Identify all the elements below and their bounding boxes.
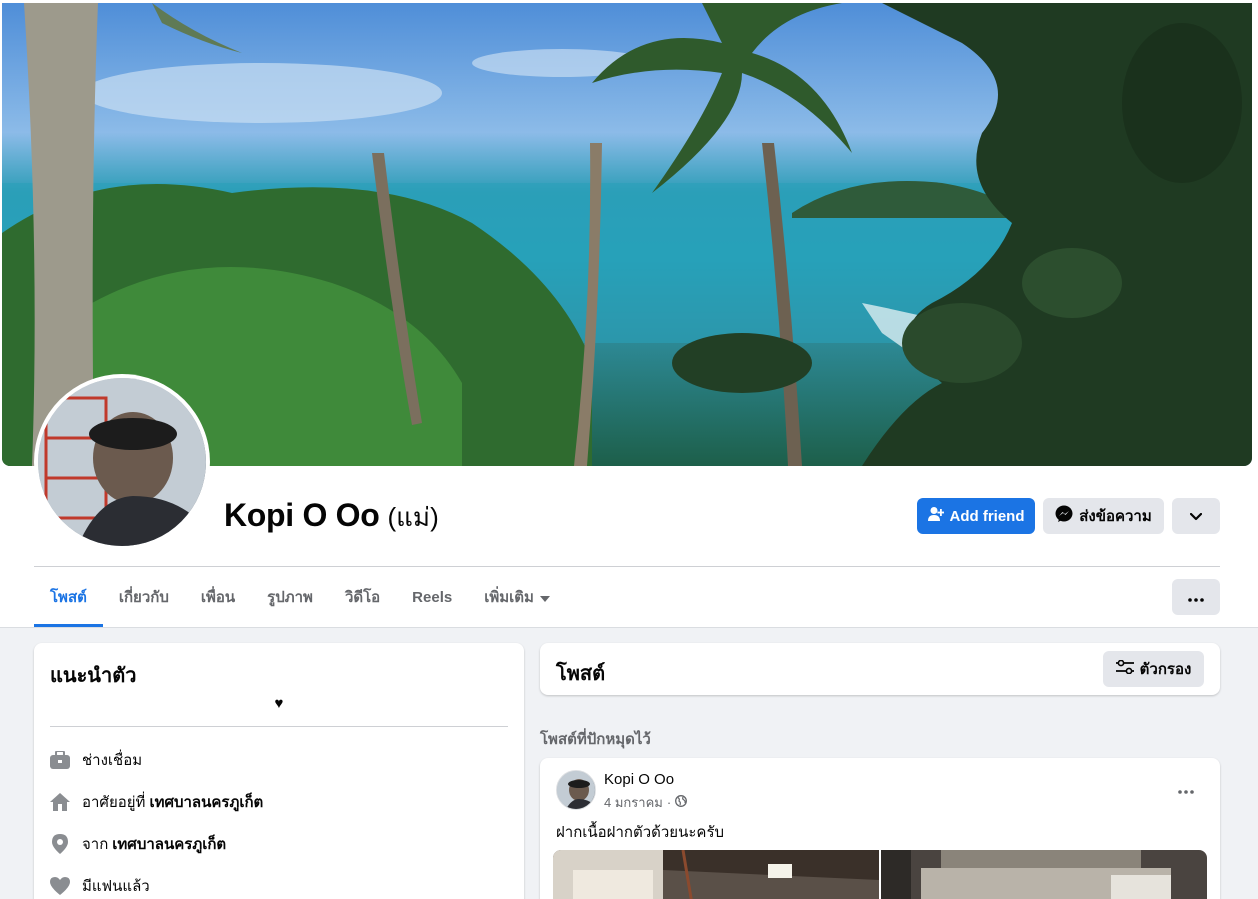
tab-friends-label: เพื่อน <box>200 589 236 606</box>
more-horizontal-icon <box>1188 589 1204 606</box>
add-friend-icon <box>927 506 944 526</box>
post-meta-separator: · <box>666 795 672 810</box>
heart-icon <box>50 876 70 896</box>
globe-icon <box>675 795 688 810</box>
post-photo-2-image <box>881 850 1207 899</box>
tab-photos-label: รูปภาพ <box>267 589 313 606</box>
briefcase-icon <box>50 750 70 770</box>
tab-friends[interactable]: เพื่อน <box>185 567 251 627</box>
pinned-posts-label: โพสต์ที่ปักหมุดไว้ <box>540 731 651 748</box>
profile-more-button[interactable] <box>1172 579 1220 615</box>
tab-videos-label: วิดีโอ <box>344 589 381 606</box>
tab-more[interactable]: เพิ่มเติม <box>468 567 566 627</box>
intro-item-lives-in: อาศัยอยู่ที่ เทศบาลนครภูเก็ต <box>50 790 263 814</box>
caret-down-icon <box>539 589 550 606</box>
profile-picture[interactable] <box>38 378 206 546</box>
tab-posts-label: โพสต์ <box>50 589 87 606</box>
profile-name-row: Kopi O Oo (แม่) <box>224 497 439 538</box>
tab-about[interactable]: เกี่ยวกับ <box>103 567 185 627</box>
profile-header: Kopi O Oo (แม่) Add friend ส่งข้อความ โพ… <box>0 0 1258 628</box>
home-icon <box>50 792 70 812</box>
post-author-avatar[interactable] <box>556 770 596 810</box>
tab-reels[interactable]: Reels <box>396 567 468 627</box>
filter-label: ตัวกรอง <box>1139 661 1192 678</box>
intro-item-text: จาก <box>82 836 109 853</box>
message-button[interactable]: ส่งข้อความ <box>1043 498 1164 534</box>
intro-item-hometown-link[interactable]: เทศบาลนครภูเก็ต <box>112 832 226 856</box>
tab-about-label: เกี่ยวกับ <box>118 589 169 606</box>
filter-button[interactable]: ตัวกรอง <box>1103 651 1204 687</box>
profile-alternate-name: (แม่) <box>387 502 439 532</box>
message-label: ส่งข้อความ <box>1079 508 1152 525</box>
chevron-down-icon <box>1189 508 1203 525</box>
post-meta: 4 มกราคม · <box>604 792 688 813</box>
post-options-button[interactable] <box>1168 772 1204 808</box>
intro-item-work: ช่างเชื่อม <box>50 748 142 772</box>
messenger-icon <box>1055 505 1073 527</box>
intro-item-text: ช่างเชื่อม <box>82 752 143 769</box>
profile-tabs: โพสต์ เกี่ยวกับ เพื่อน รูปภาพ วิดีโอ Ree… <box>34 567 566 627</box>
add-friend-label: Add friend <box>949 507 1025 525</box>
post-photo-1-image <box>553 850 879 899</box>
intro-item-text: อาศัยอยู่ที่ <box>82 794 146 811</box>
intro-card: แนะนำตัว ♥ ช่างเชื่อม อาศัยอยู่ที่ เทศบา… <box>34 643 524 899</box>
tab-videos[interactable]: วิดีโอ <box>329 567 396 627</box>
intro-bio: ♥ <box>274 695 284 712</box>
more-options-dropdown-button[interactable] <box>1172 498 1220 534</box>
profile-picture-frame[interactable] <box>34 374 210 550</box>
post-photo-2[interactable] <box>881 850 1207 899</box>
post-author-name[interactable]: Kopi O Oo <box>604 771 674 788</box>
intro-item-text: มีแฟนแล้ว <box>82 878 150 895</box>
more-horizontal-icon <box>1178 781 1194 799</box>
intro-item-place-link[interactable]: เทศบาลนครภูเก็ต <box>149 790 263 814</box>
profile-name: Kopi O Oo <box>224 497 380 533</box>
tab-photos[interactable]: รูปภาพ <box>251 567 329 627</box>
cover-photo-scene <box>2 3 1252 466</box>
post-author-avatar-image <box>557 771 595 809</box>
post-photo-1[interactable] <box>553 850 879 899</box>
intro-divider <box>50 726 508 727</box>
intro-title: แนะนำตัว <box>50 665 137 687</box>
tab-reels-label: Reels <box>412 588 453 606</box>
location-pin-icon <box>50 834 70 854</box>
tab-posts[interactable]: โพสต์ <box>34 567 103 627</box>
posts-title: โพสต์ <box>556 663 606 685</box>
filter-icon <box>1115 659 1134 678</box>
tab-more-label: เพิ่มเติม <box>484 589 534 606</box>
intro-item-relationship: มีแฟนแล้ว <box>50 874 150 898</box>
cover-photo[interactable] <box>2 3 1252 466</box>
intro-item-from: จาก เทศบาลนครภูเก็ต <box>50 832 226 856</box>
posts-header-card: โพสต์ ตัวกรอง <box>540 643 1220 695</box>
add-friend-button[interactable]: Add friend <box>917 498 1035 534</box>
post-text: ฝากเนื้อฝากตัวด้วยนะครับ <box>556 824 725 841</box>
post-date[interactable]: 4 มกราคม <box>604 792 663 813</box>
profile-picture-image <box>38 378 206 546</box>
pinned-post-card: Kopi O Oo 4 มกราคม · ฝากเนื้อฝากตัวด้วยน… <box>540 758 1220 899</box>
